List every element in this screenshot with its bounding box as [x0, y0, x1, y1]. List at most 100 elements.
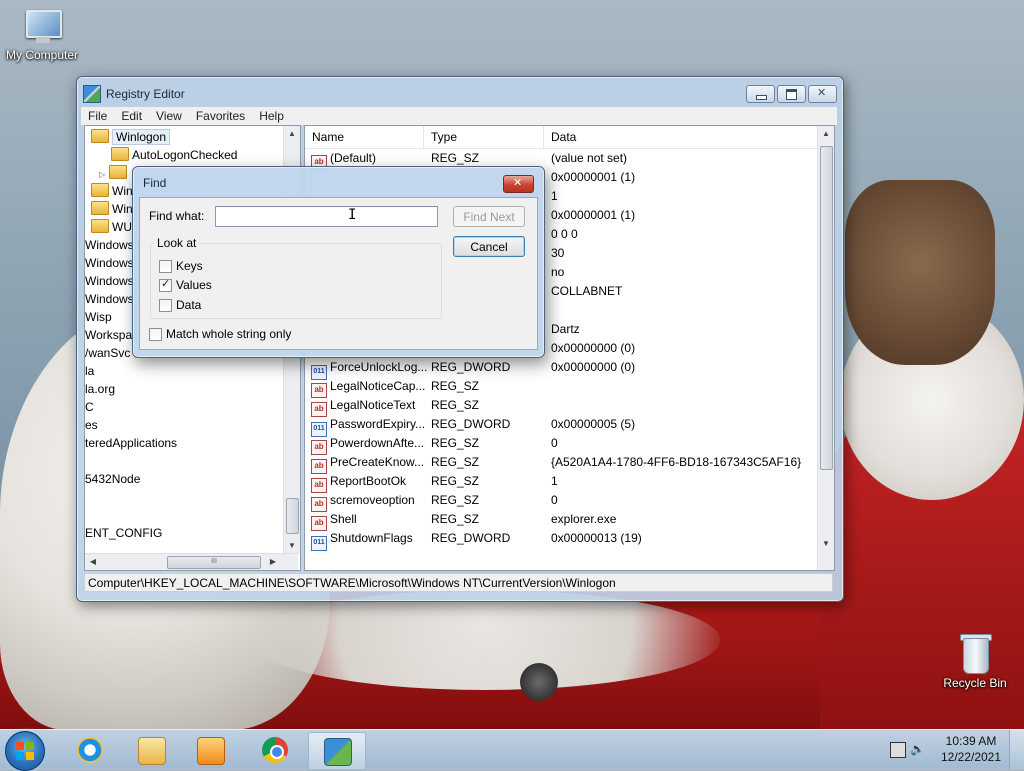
list-item[interactable]: 011 PasswordExpiry... REG_DWORD 0x00000005 … [305, 415, 818, 437]
value-type: REG_SZ [431, 398, 480, 412]
list-item[interactable]: ab Shell REG_SZ explorer.exe [305, 510, 818, 531]
folder-icon [91, 201, 109, 215]
wallpaper-coat-button [520, 663, 558, 701]
tree-item[interactable]: C [85, 398, 94, 416]
tree-item[interactable]: Win [91, 200, 133, 218]
tree-horizontal-scrollbar[interactable]: ◀ III ▶ [85, 553, 298, 570]
binary-value-icon: 011 [311, 536, 327, 551]
find-what-input[interactable] [215, 206, 438, 227]
column-header-name[interactable]: Name [305, 126, 424, 148]
scroll-down-arrow-icon[interactable]: ▼ [818, 536, 834, 552]
tree-item[interactable]: ENT_CONFIG [85, 524, 162, 542]
volume-icon[interactable]: 🔈 [910, 742, 925, 756]
tree-item-winlogon[interactable]: Winlogon [91, 128, 171, 146]
value-name-text: PreCreateKnow... [330, 455, 425, 469]
show-desktop-button[interactable] [1009, 730, 1024, 769]
data-checkbox[interactable]: Data [159, 298, 201, 312]
wallpaper-glove [845, 180, 995, 365]
tree-item[interactable]: la.org [85, 380, 115, 398]
value-name: ab Shell [311, 510, 427, 531]
wallpaper-beard [250, 590, 720, 690]
list-item[interactable]: ab LegalNoticeText REG_SZ [305, 396, 818, 417]
scroll-thumb[interactable]: III [167, 556, 261, 569]
expand-arrow-icon[interactable]: ▷ [99, 170, 105, 179]
list-item[interactable]: 011 ShutdownFlags REG_DWORD 0x00000013 (19) [305, 529, 818, 551]
find-dialog: Find Find what: Find Next Cancel Look at… [132, 166, 545, 358]
value-name-text: scremoveoption [330, 493, 415, 507]
value-name-text: PasswordExpiry... [330, 417, 426, 431]
clock[interactable]: 10:39 AM 12/22/2021 [936, 733, 1006, 765]
tree-item[interactable]: ▷ [99, 164, 130, 182]
status-bar-path: Computer\HKEY_LOCAL_MACHINE\SOFTWARE\Mic… [84, 573, 833, 592]
values-checkbox[interactable]: Values [159, 277, 212, 292]
tree-item[interactable]: la [85, 362, 94, 380]
value-name-text: ReportBootOk [330, 474, 407, 488]
list-item[interactable]: 011 ForceUnlockLog... REG_DWORD 0x00000000 … [305, 358, 818, 380]
menu-view[interactable]: View [149, 107, 189, 125]
menu-favorites[interactable]: Favorites [189, 107, 252, 125]
value-type: REG_SZ [431, 436, 480, 450]
value-data: no [551, 265, 565, 279]
folder-icon [91, 219, 109, 233]
network-icon[interactable] [890, 742, 906, 758]
tree-item[interactable]: teredApplications [85, 434, 177, 452]
taskbar-regedit[interactable] [308, 732, 366, 770]
menu-file[interactable]: File [81, 107, 114, 125]
value-data: 0x00000005 (5) [551, 417, 636, 431]
window-title-bar[interactable]: Registry Editor [83, 84, 185, 104]
text-cursor-icon: I [348, 207, 357, 223]
list-vertical-scrollbar[interactable]: ▲ ▼ [817, 126, 834, 570]
taskbar-internet-explorer[interactable] [62, 732, 118, 768]
menu-help[interactable]: Help [252, 107, 291, 125]
taskbar-chrome[interactable] [247, 732, 303, 768]
folder-icon [91, 183, 109, 197]
find-next-button[interactable]: Find Next [453, 206, 525, 227]
scroll-right-arrow-icon[interactable]: ▶ [265, 554, 281, 570]
value-data: 0x00000000 (0) [551, 360, 636, 374]
cancel-button[interactable]: Cancel [453, 236, 525, 257]
desktop-icon-label: Recycle Bin [943, 676, 1007, 690]
taskbar-media-player[interactable] [182, 732, 238, 768]
tree-item[interactable]: /wanSvc [85, 344, 130, 362]
tree-item[interactable]: WU [91, 218, 132, 236]
value-name: ab PowerdownAfte... [311, 434, 427, 455]
taskbar-windows-explorer[interactable] [123, 732, 179, 768]
desktop-icon-recycle-bin[interactable]: Recycle Bin [933, 632, 1017, 690]
value-name-text: LegalNoticeCap... [330, 379, 426, 393]
value-data: 0 [551, 436, 558, 450]
tree-item[interactable]: 5432Node [85, 470, 140, 488]
value-data: Dartz [551, 322, 580, 336]
start-button[interactable] [5, 731, 45, 771]
list-item[interactable]: ab LegalNoticeCap... REG_SZ [305, 377, 818, 398]
checkbox-box [149, 327, 162, 341]
column-header-data[interactable]: Data [544, 126, 818, 148]
tree-item[interactable]: Win [91, 182, 133, 200]
list-item[interactable]: ab PreCreateKnow... REG_SZ {A520A1A4-1780-4… [305, 453, 818, 474]
tree-item[interactable]: es [85, 416, 98, 434]
keys-checkbox[interactable]: Keys [159, 259, 203, 273]
scroll-thumb[interactable] [820, 146, 833, 470]
match-whole-string-checkbox[interactable]: Match whole string only [149, 327, 291, 341]
look-at-label: Look at [154, 236, 200, 250]
scroll-down-arrow-icon[interactable]: ▼ [284, 538, 300, 554]
tree-item[interactable]: AutoLogonChecked [111, 146, 237, 164]
system-tray: 🔈 10:39 AM 12/22/2021 [884, 730, 1024, 769]
list-item[interactable]: ab PowerdownAfte... REG_SZ 0 [305, 434, 818, 455]
tree-item[interactable]: Wisp [85, 308, 112, 326]
scroll-up-arrow-icon[interactable]: ▲ [284, 126, 300, 142]
column-header-type[interactable]: Type [424, 126, 544, 148]
maximize-button[interactable] [777, 85, 806, 103]
dialog-close-button[interactable] [503, 175, 534, 193]
scroll-up-arrow-icon[interactable]: ▲ [818, 126, 834, 142]
value-name-text: ShutdownFlags [330, 531, 413, 545]
list-item[interactable]: ab scremoveoption REG_SZ 0 [305, 491, 818, 512]
desktop-icon-my-computer[interactable]: My Computer [0, 10, 84, 62]
list-header: Name Type Data [305, 126, 818, 149]
list-item[interactable]: ab ReportBootOk REG_SZ 1 [305, 472, 818, 493]
minimize-button[interactable] [746, 85, 775, 103]
scroll-thumb[interactable] [286, 498, 299, 534]
menu-edit[interactable]: Edit [114, 107, 149, 125]
close-button[interactable] [808, 85, 837, 103]
scroll-left-arrow-icon[interactable]: ◀ [85, 554, 101, 570]
taskbar: 🔈 10:39 AM 12/22/2021 [0, 729, 1024, 771]
